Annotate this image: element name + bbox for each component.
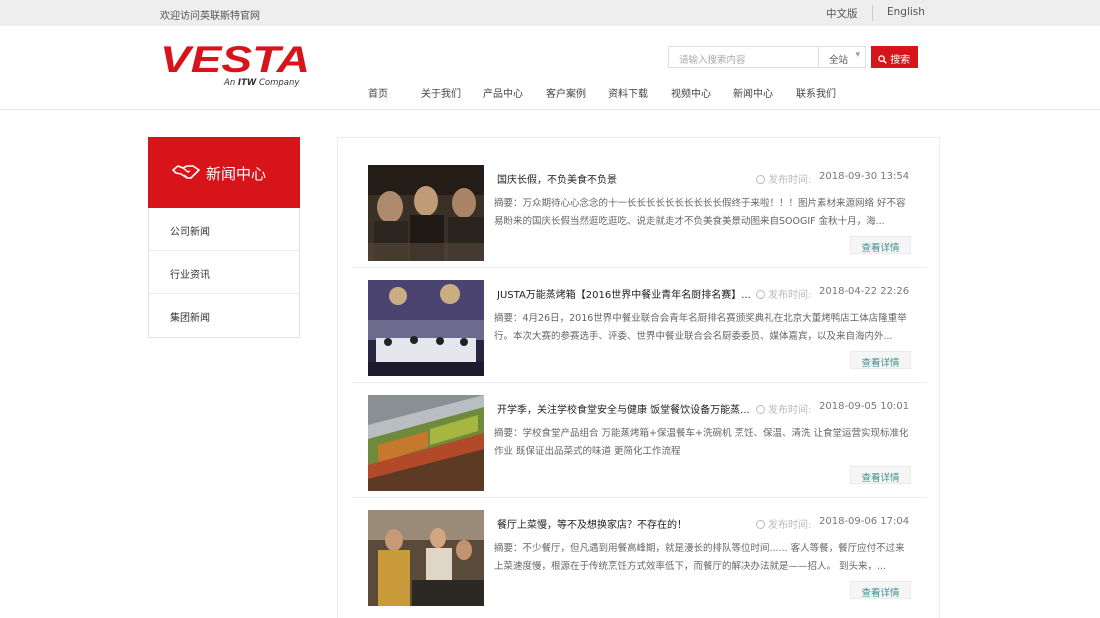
sidebar-item-group-news[interactable]: 集团新闻 [149,294,299,337]
news-list: 国庆长假，不负美食不负景 发布时间: 2018-09-30 13:54 摘要：万… [337,137,940,618]
news-thumbnail[interactable] [368,165,484,261]
news-summary: 摘要：万众期待心心念念的十一长长长长长长长长长长假终于来啦！！！图片素材来源网络… [494,198,906,227]
publish-time: 2018-09-05 10:01 [819,401,910,412]
itw-mark: ITW [237,78,257,88]
news-thumbnail[interactable] [368,395,484,491]
welcome-text: 欢迎访问英联斯特官网 [160,11,260,22]
publish-time-label: 发布时间: [756,516,811,531]
search-button-label: 搜索 [890,55,911,66]
search-input[interactable]: 请输入搜索内容 [668,46,818,68]
clock-icon [756,520,765,529]
publish-time-label: 发布时间: [756,401,811,416]
clock-icon [756,405,765,414]
news-thumbnail[interactable] [368,510,484,606]
publish-time: 2018-04-22 22:26 [819,286,910,297]
nav-item-about[interactable]: 关于我们 [421,85,461,100]
publish-time: 2018-09-30 13:54 [819,171,910,182]
nav-item-news[interactable]: 新闻中心 [733,85,773,100]
news-thumbnail[interactable] [368,280,484,376]
view-details-button[interactable]: 查看详情 [850,236,911,254]
news-title[interactable]: 开学季，关注学校食堂安全与健康 饭堂餐饮设备万能蒸... [497,401,757,416]
site-header: VESTA An ITW Company 请输入搜索内容 全站 ▾ 搜索 首页 … [0,26,1100,110]
language-english-link[interactable]: English [887,6,925,18]
nav-item-videos[interactable]: 视频中心 [671,85,711,100]
nav-item-contact[interactable]: 联系我们 [796,85,836,100]
nav-item-cases[interactable]: 客户案例 [546,85,586,100]
view-details-button[interactable]: 查看详情 [850,581,911,599]
logo-tagline: An ITW Company [224,78,300,88]
news-summary: 摘要：学校食堂产品组合 万能蒸烤箱+保温餐车+洗碗机 烹饪、保温、清洗 让食堂运… [494,428,909,457]
site-logo[interactable]: VESTA An ITW Company [160,42,315,92]
nav-item-products[interactable]: 产品中心 [483,85,523,100]
news-sidebar: 新闻中心 公司新闻 行业资讯 集团新闻 [148,137,300,338]
clock-icon [756,175,765,184]
news-item: JUSTA万能蒸烤箱【2016世界中餐业青年名厨排名赛】... 发布时间: 20… [352,268,927,383]
logo-brand-text: VESTA [160,42,310,76]
news-item: 餐厅上菜慢，等不及想换家店？不存在的！ 发布时间: 2018-09-06 17:… [352,498,927,613]
publish-time: 2018-09-06 17:04 [819,516,910,527]
nav-item-home[interactable]: 首页 [368,85,388,100]
news-summary: 摘要：4月26日，2016世界中餐业联合会青年名厨排名赛颁奖典礼在北京大董烤鸭店… [494,313,907,342]
vesta-logo-mark: VESTA [160,42,310,76]
top-bar: 欢迎访问英联斯特官网 中文版 English [0,0,1100,26]
news-summary: 摘要：不少餐厅，但凡遇到用餐高峰期，就是漫长的排队等位时间...... 客人等餐… [494,543,905,572]
view-details-button[interactable]: 查看详情 [850,351,911,369]
publish-time-label: 发布时间: [756,286,811,301]
news-title[interactable]: JUSTA万能蒸烤箱【2016世界中餐业青年名厨排名赛】... [497,286,757,301]
sidebar-header: 新闻中心 [148,137,300,208]
news-item: 开学季，关注学校食堂安全与健康 饭堂餐饮设备万能蒸... 发布时间: 2018-… [352,383,927,498]
handshake-icon [172,163,200,184]
nav-item-downloads[interactable]: 资料下载 [608,85,648,100]
news-item: 国庆长假，不负美食不负景 发布时间: 2018-09-30 13:54 摘要：万… [352,153,927,268]
sidebar-title: 新闻中心 [206,165,267,183]
search-icon [878,55,887,64]
search-scope-value: 全站 [829,55,849,66]
news-title[interactable]: 国庆长假，不负美食不负景 [497,171,757,186]
clock-icon [756,290,765,299]
chevron-down-icon: ▾ [855,50,860,60]
view-details-button[interactable]: 查看详情 [850,466,911,484]
search-scope-select[interactable]: 全站 ▾ [818,46,866,68]
publish-time-label: 发布时间: [756,171,811,186]
search-button[interactable]: 搜索 [871,46,918,68]
language-chinese-link[interactable]: 中文版 [826,6,858,21]
news-title[interactable]: 餐厅上菜慢，等不及想换家店？不存在的！ [497,516,757,531]
sidebar-item-company-news[interactable]: 公司新闻 [149,208,299,251]
sidebar-item-industry-news[interactable]: 行业资讯 [149,251,299,294]
language-divider [872,5,873,21]
